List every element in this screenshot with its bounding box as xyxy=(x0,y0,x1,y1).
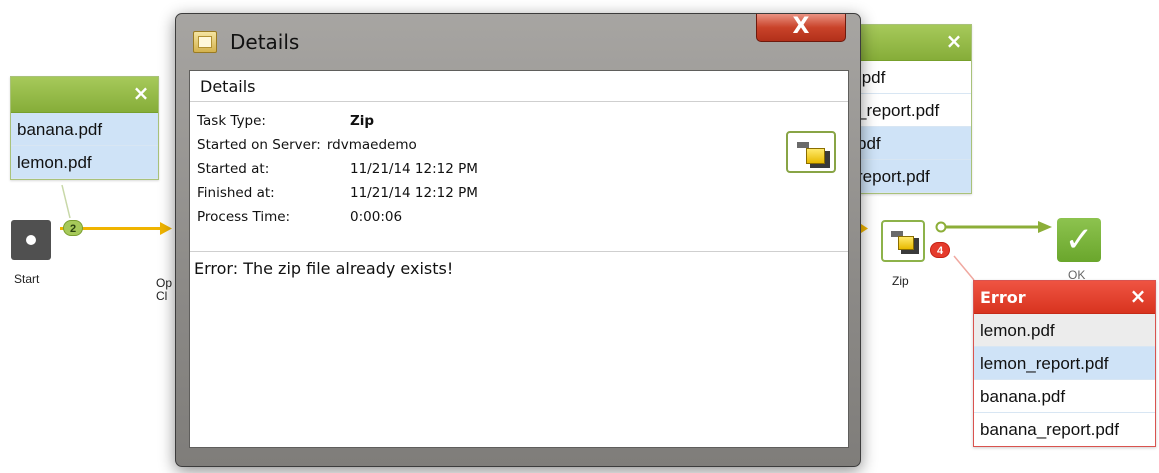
close-icon[interactable]: × xyxy=(1127,285,1149,307)
processed-files-panel: × .pdf _report.pdf pdf report.pdf xyxy=(852,24,972,194)
detail-label: Task Type: xyxy=(197,113,266,129)
error-files-panel: Error × lemon.pdf lemon_report.pdf banan… xyxy=(973,280,1156,447)
file-list-item[interactable]: .pdf xyxy=(853,61,971,94)
detail-value: 11/21/14 12:12 PM xyxy=(350,185,478,201)
file-list-item[interactable]: lemon.pdf xyxy=(11,146,158,179)
section-title: Details xyxy=(190,71,848,102)
detail-row-started: Started at: 11/21/14 12:12 PM xyxy=(197,157,848,181)
file-list-item[interactable]: pdf xyxy=(853,127,971,160)
file-list-item[interactable]: _report.pdf xyxy=(853,94,971,127)
details-dialog: Details X Details Task Type: Zip Started … xyxy=(175,13,861,467)
close-icon[interactable]: × xyxy=(943,30,965,52)
close-button[interactable]: X xyxy=(756,14,846,42)
connector-zip-ok[interactable] xyxy=(930,220,1060,236)
details-window-icon xyxy=(193,31,217,53)
detail-label: Started on Server: xyxy=(197,137,321,153)
connector-arrowhead-icon xyxy=(160,222,172,235)
zip-icon xyxy=(797,138,831,170)
zip-icon xyxy=(891,228,919,256)
start-dot-icon xyxy=(26,235,36,245)
detail-label: Started at: xyxy=(197,161,270,177)
detail-value: 0:00:06 xyxy=(350,209,403,225)
details-grid: Task Type: Zip Started on Server: rdvmaede… xyxy=(190,102,848,252)
file-list-item[interactable]: lemon.pdf xyxy=(974,314,1155,347)
detail-value: Zip xyxy=(350,113,375,129)
error-panel-title: Error xyxy=(980,288,1026,307)
start-files-panel: × banana.pdf lemon.pdf xyxy=(10,76,159,180)
zip-node[interactable] xyxy=(881,220,925,262)
zip-node-label: Zip xyxy=(892,274,909,288)
detail-row-server: Started on Server: rdvmaedemo xyxy=(197,133,848,157)
file-count-badge[interactable]: 2 xyxy=(63,220,83,236)
detail-label: Process Time: xyxy=(197,209,291,225)
file-list-item[interactable]: report.pdf xyxy=(853,160,971,193)
detail-row-task-type: Task Type: Zip xyxy=(197,109,848,133)
dialog-title: Details xyxy=(230,30,300,54)
panel-pointer-line xyxy=(61,184,71,219)
error-message: Error: The zip file already exists! xyxy=(194,259,454,278)
panel-header: × xyxy=(11,77,158,113)
file-list-item[interactable]: banana.pdf xyxy=(974,380,1155,413)
detail-label: Finished at: xyxy=(197,185,275,201)
detail-value: rdvmaedemo xyxy=(326,137,417,153)
panel-header: × xyxy=(853,25,971,61)
detail-value: 11/21/14 12:12 PM xyxy=(350,161,478,177)
file-list-item[interactable]: lemon_report.pdf xyxy=(974,347,1155,380)
close-icon[interactable]: × xyxy=(130,82,152,104)
detail-row-process-time: Process Time: 0:00:06 xyxy=(197,205,848,229)
start-node-label: Start xyxy=(14,272,40,286)
partial-node-label: Cl xyxy=(156,289,168,303)
ok-checkmark-icon[interactable]: ✓ xyxy=(1057,218,1101,262)
error-count-badge[interactable]: 4 xyxy=(930,242,950,258)
detail-row-finished: Finished at: 11/21/14 12:12 PM xyxy=(197,181,848,205)
zip-task-icon xyxy=(786,131,836,173)
start-node[interactable] xyxy=(11,220,51,260)
file-list-item[interactable]: banana_report.pdf xyxy=(974,413,1155,446)
error-panel-header: Error × xyxy=(974,281,1155,314)
partial-node-label: Op xyxy=(156,276,173,290)
dialog-body: Details Task Type: Zip Started on Server:… xyxy=(189,70,849,448)
file-list-item[interactable]: banana.pdf xyxy=(11,113,158,146)
